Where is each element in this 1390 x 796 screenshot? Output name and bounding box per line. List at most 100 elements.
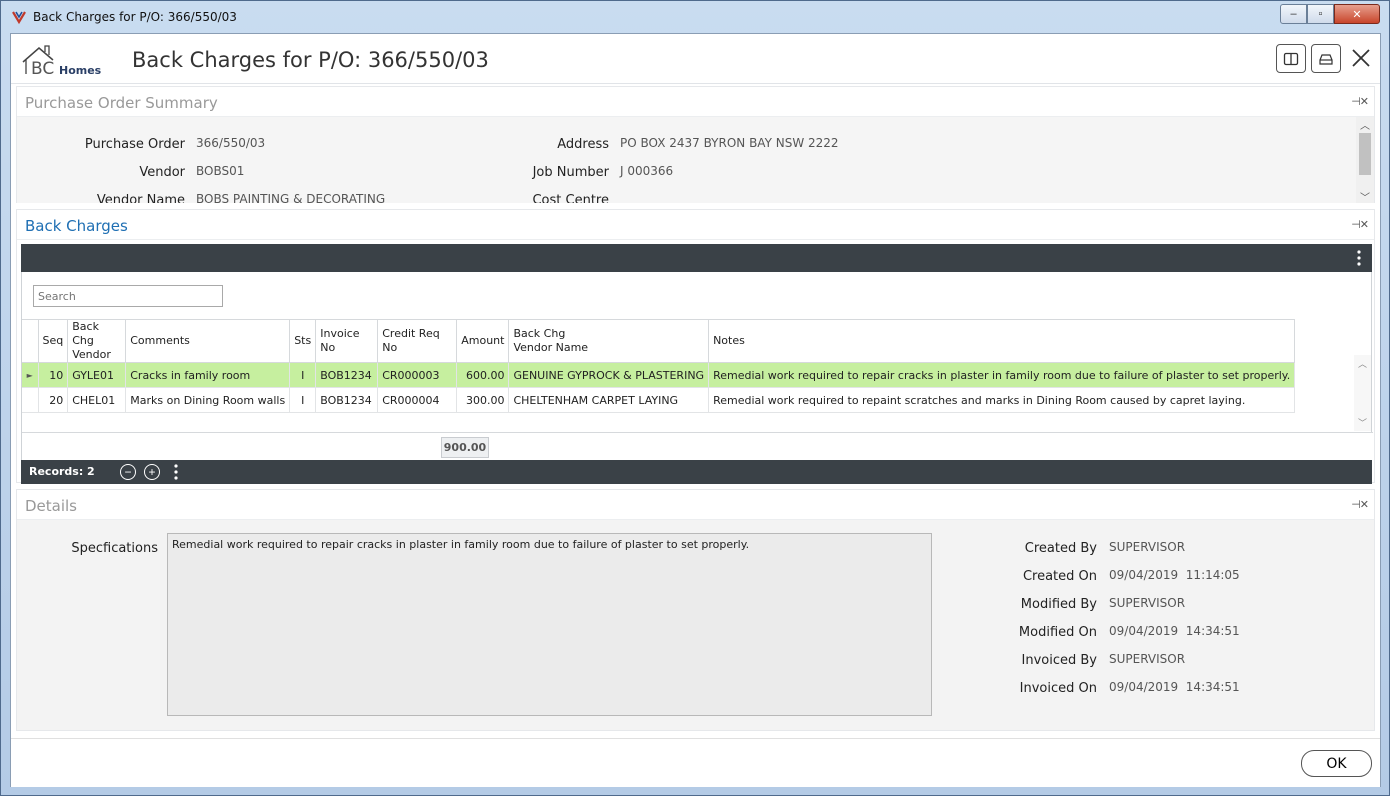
modified-on-value: 09/04/2019 14:34:51 <box>1109 624 1240 638</box>
invoiced-by-value: SUPERVISOR <box>1109 652 1186 666</box>
scroll-thumb[interactable] <box>1359 133 1371 175</box>
address-value: PO BOX 2437 BYRON BAY NSW 2222 <box>620 136 839 150</box>
window-close-icon: ✕ <box>1352 8 1362 21</box>
split-view-icon <box>1283 52 1299 65</box>
grid-scrollbar[interactable]: ︿ ﹀ <box>1354 355 1371 431</box>
modified-by-label: Modified By <box>1020 597 1097 612</box>
row-indicator-header <box>22 319 39 363</box>
specifications-field[interactable]: Remedial work required to repair cracks … <box>167 533 932 716</box>
cell-invoice-no: BOB1234 <box>315 362 379 388</box>
table-row[interactable]: ► 10 GYLE01 Cracks in family room I BOB1… <box>22 362 1296 388</box>
search-input[interactable] <box>33 285 223 307</box>
window-close-button[interactable]: ✕ <box>1334 4 1380 24</box>
logo-homes-text: Homes <box>59 64 102 77</box>
cell-vendor-name: CHELTENHAM CARPET LAYING <box>508 387 710 413</box>
panel-title: Back Charges <box>25 217 128 235</box>
maximize-button[interactable]: ▫ <box>1307 4 1334 24</box>
kebab-menu-icon[interactable] <box>1357 250 1361 266</box>
vendor-value: BOBS01 <box>196 164 245 178</box>
logo-bc-text: BC <box>31 59 54 78</box>
invoiced-on-value: 09/04/2019 14:34:51 <box>1109 680 1240 694</box>
drawer-icon <box>1319 53 1333 65</box>
split-view-button[interactable] <box>1276 44 1306 73</box>
cell-seq: 20 <box>38 387 69 413</box>
cell-credit-req-no: CR000004 <box>377 387 458 413</box>
window-title: Back Charges for P/O: 366/550/03 <box>33 10 237 24</box>
vendor-name-value: BOBS PAINTING & DECORATING <box>196 192 386 203</box>
cell-vendor: CHEL01 <box>67 387 127 413</box>
col-notes[interactable]: Notes <box>708 319 1296 363</box>
remove-record-button[interactable]: − <box>120 464 136 480</box>
cell-vendor: GYLE01 <box>67 362 127 388</box>
add-record-button[interactable]: + <box>144 464 160 480</box>
cell-amount: 600.00 <box>456 362 510 388</box>
scroll-up-icon[interactable]: ︿ <box>1354 357 1371 370</box>
pin-close-icon[interactable]: ⊣✕ <box>1351 95 1369 108</box>
cell-sts: I <box>289 387 317 413</box>
window-frame: Back Charges for P/O: 366/550/03 – ▫ ✕ B… <box>0 0 1390 796</box>
grid-toolbar <box>21 244 1372 272</box>
minimize-button[interactable]: – <box>1280 4 1307 24</box>
details-panel: Details ⊣✕ Specfications Remedial work r… <box>16 489 1375 731</box>
dialog-header: BC Homes Back Charges for P/O: 366/550/0… <box>11 34 1380 84</box>
panel-header: Purchase Order Summary ⊣✕ <box>17 87 1374 117</box>
panel-title: Details <box>25 497 78 515</box>
address-label: Address <box>557 137 609 152</box>
back-charges-table: Seq Back Chg Vendor Comments Sts Invoice … <box>22 319 1296 413</box>
specifications-label: Specfications <box>71 541 158 556</box>
cost-centre-label: Cost Centre <box>532 193 609 203</box>
back-charges-grid: Seq Back ChgVendor Comments Sts Invoice … <box>21 272 1373 460</box>
table-header-row: Seq Back Chg Vendor Comments Sts Invoice … <box>22 319 1296 363</box>
col-sts[interactable]: Sts <box>289 319 317 363</box>
window-titlebar[interactable]: Back Charges for P/O: 366/550/03 – ▫ ✕ <box>1 1 1389 33</box>
col-credit-req-no[interactable]: Credit Req No <box>377 319 458 363</box>
col-seq[interactable]: Seq <box>38 319 69 363</box>
cell-vendor-name: GENUINE GYPROCK & PLASTERING <box>508 362 710 388</box>
minimize-icon: – <box>1290 8 1297 20</box>
created-by-label: Created By <box>1024 541 1097 556</box>
purchase-order-label: Purchase Order <box>84 137 185 152</box>
po-summary-scrollbar[interactable]: ︿ ﹀ <box>1356 117 1374 204</box>
bc-homes-logo: BC Homes <box>22 45 102 78</box>
col-amount[interactable]: Amount <box>456 319 510 363</box>
col-comments[interactable]: Comments <box>125 319 291 363</box>
vendor-name-label: Vendor Name <box>96 193 185 203</box>
po-summary-body: Purchase Order 366/550/03 Vendor BOBS01 … <box>17 117 1357 203</box>
records-label: Records: <box>29 465 84 478</box>
purchase-order-value: 366/550/03 <box>196 136 266 150</box>
pin-close-icon[interactable]: ⊣✕ <box>1351 218 1369 231</box>
app-icon <box>12 11 26 25</box>
ok-button[interactable]: OK <box>1301 750 1372 777</box>
modified-by-value: SUPERVISOR <box>1109 596 1186 610</box>
cell-notes: Remedial work required to repaint scratc… <box>708 387 1296 413</box>
remove-record-icon: − <box>124 465 132 479</box>
panel-title: Purchase Order Summary <box>25 94 218 112</box>
add-record-icon: + <box>148 465 156 479</box>
details-body: Specfications Remedial work required to … <box>17 520 1374 730</box>
cell-notes: Remedial work required to repair cracks … <box>708 362 1296 388</box>
row-indicator-cell <box>22 387 39 413</box>
cell-sts: I <box>289 362 317 388</box>
cell-credit-req-no: CR000003 <box>377 362 458 388</box>
pin-close-icon[interactable]: ⊣✕ <box>1351 498 1369 511</box>
scroll-down-icon[interactable]: ﹀ <box>1354 416 1371 429</box>
drawer-button[interactable] <box>1311 44 1341 73</box>
col-back-chg-vendor[interactable]: Back Chg Vendor <box>67 319 127 363</box>
dialog-footer: OK <box>11 738 1380 787</box>
scroll-down-icon[interactable]: ﹀ <box>1356 189 1374 204</box>
kebab-menu-icon[interactable] <box>174 464 178 480</box>
invoiced-by-label: Invoiced By <box>1021 653 1097 668</box>
col-invoice-no[interactable]: Invoice No <box>315 319 379 363</box>
col-back-chg-vendor-name[interactable]: Back Chg Vendor Name <box>508 319 710 363</box>
cell-seq: 10 <box>38 362 69 388</box>
cell-comments: Marks on Dining Room walls <box>125 387 291 413</box>
records-count: 2 <box>87 465 95 478</box>
scroll-up-icon[interactable]: ︿ <box>1356 117 1374 132</box>
back-charges-panel: Back Charges ⊣✕ Seq Back ChgVendor Comme… <box>16 209 1375 484</box>
page-title: Back Charges for P/O: 366/550/03 <box>132 48 489 72</box>
job-number-value: J 000366 <box>620 164 674 178</box>
table-row[interactable]: 20 CHEL01 Marks on Dining Room walls I B… <box>22 387 1296 413</box>
purchase-order-summary-panel: Purchase Order Summary ⊣✕ Purchase Order… <box>16 86 1375 204</box>
invoiced-on-label: Invoiced On <box>1019 681 1097 696</box>
close-button[interactable] <box>1349 46 1373 70</box>
